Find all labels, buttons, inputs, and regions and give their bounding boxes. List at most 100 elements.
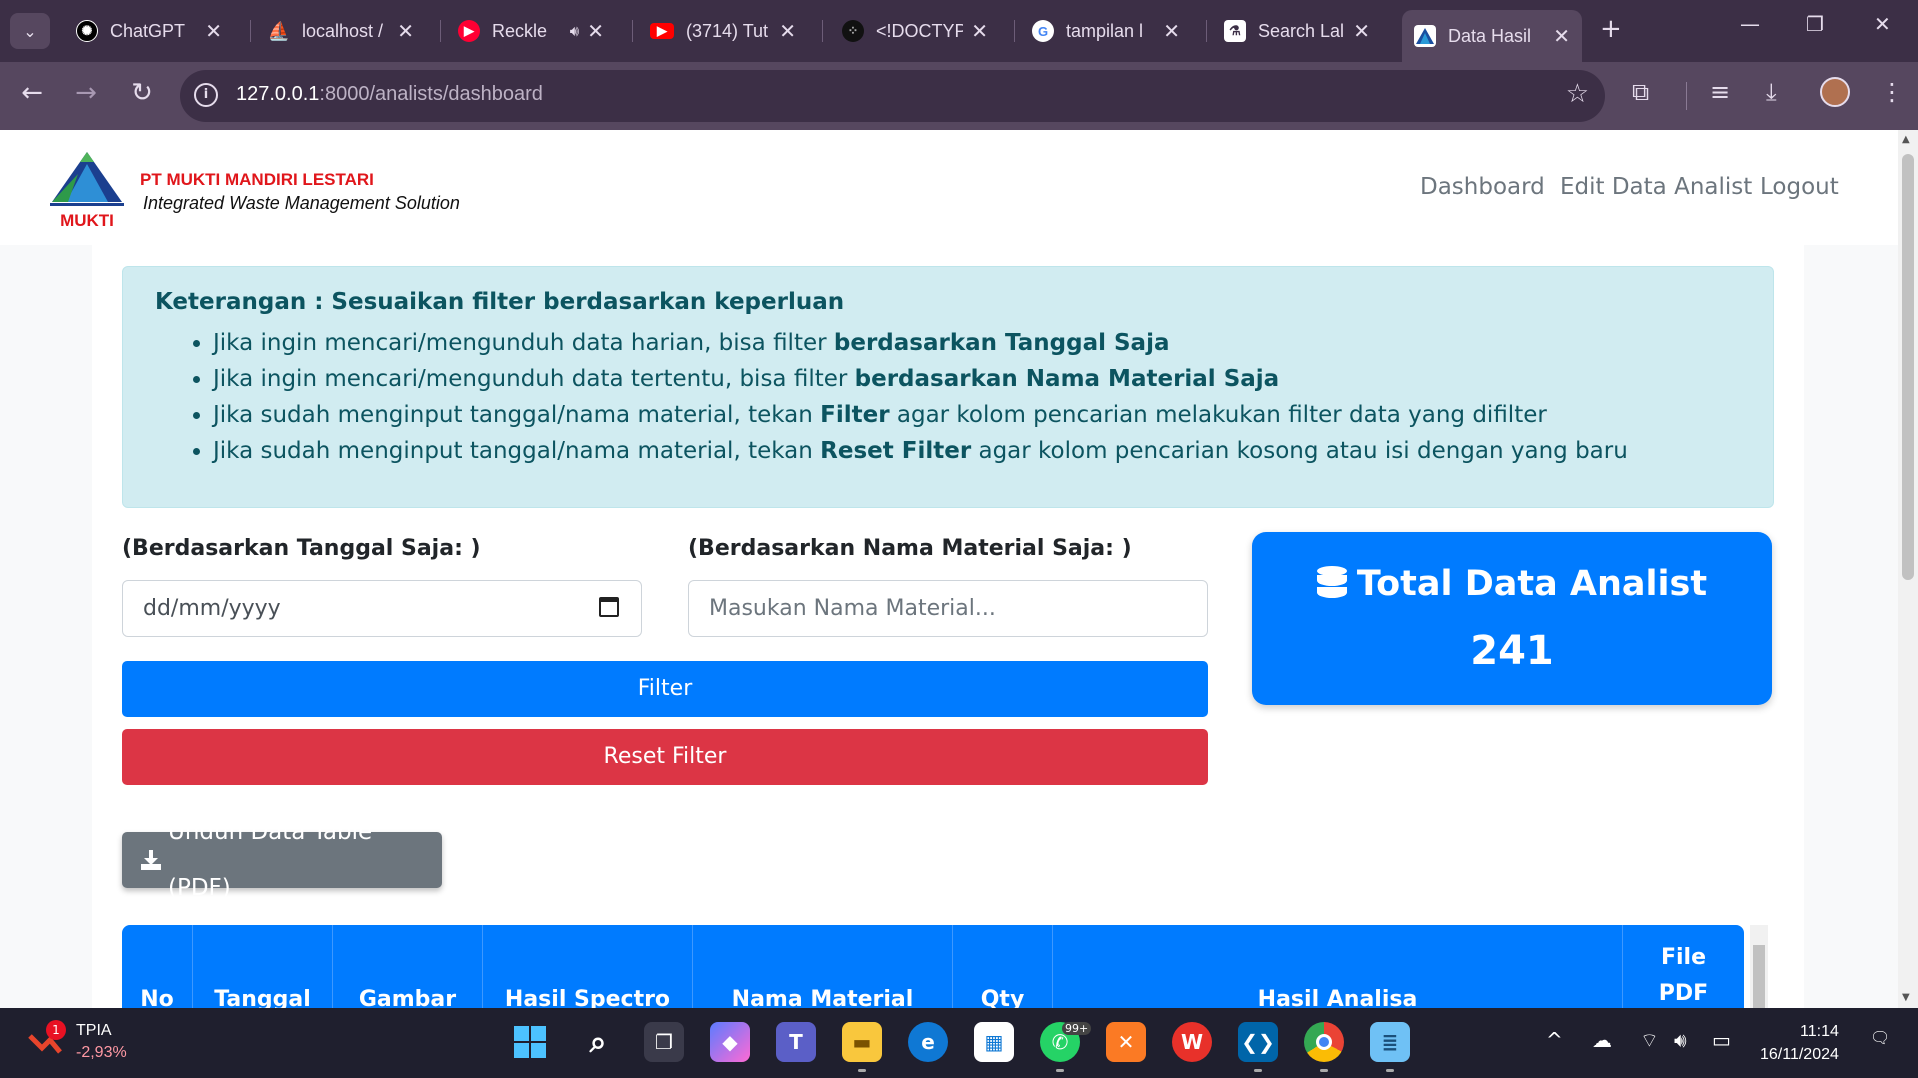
forward-icon[interactable]: →: [68, 78, 104, 108]
battery-icon[interactable]: ▭: [1712, 1028, 1731, 1052]
th-no[interactable]: No: [122, 925, 193, 1008]
tab-chatgpt[interactable]: ✺ ChatGPT ✕: [64, 10, 234, 52]
close-icon[interactable]: ✕: [1163, 19, 1180, 44]
scroll-up-icon[interactable]: ▲: [1902, 134, 1910, 145]
url-host: 127.0.0.1: [236, 83, 320, 105]
windows-start-icon[interactable]: [510, 1022, 550, 1062]
tab-label: localhost /: [302, 20, 384, 41]
close-icon[interactable]: ✕: [397, 19, 414, 44]
tab-doctype[interactable]: ⁘ <!DOCTYP ✕: [830, 10, 1000, 52]
window-close-icon[interactable]: ✕: [1874, 12, 1891, 36]
edge-icon[interactable]: e: [908, 1022, 948, 1062]
browser-tab-strip: ⌄ ✺ ChatGPT ✕ ⛵ localhost / ✕ ▶ Reckle 🔊…: [0, 0, 1918, 62]
music-icon: ▶: [458, 20, 480, 42]
file-explorer-icon[interactable]: ▬: [842, 1022, 882, 1062]
xampp-icon[interactable]: ✕: [1106, 1022, 1146, 1062]
stock-name: TPIA: [76, 1022, 112, 1039]
address-bar[interactable]: i 127.0.0.1:8000/analists/dashboard ☆: [180, 70, 1605, 122]
download-icon[interactable]: ⤓: [1766, 78, 1777, 106]
url-path: :8000/analists/dashboard: [319, 83, 543, 105]
reset-filter-button[interactable]: Reset Filter: [122, 729, 1208, 785]
tab-reckless[interactable]: ▶ Reckle 🔊︎ ✕: [446, 10, 616, 52]
tab-google[interactable]: G tampilan l ✕: [1020, 10, 1192, 52]
th-file-pdf[interactable]: File PDF: [1623, 925, 1744, 1008]
site-info-icon[interactable]: i: [194, 83, 218, 107]
system-clock[interactable]: 11:14 16/11/2024: [1760, 1020, 1839, 1066]
th-qty[interactable]: Qty: [953, 925, 1053, 1008]
os-taskbar: 1 TPIA -2,93% ⌕ ❐ ◆ T ▬ e ▦ ✆ 99+ ✕ W ❮❯…: [0, 1008, 1918, 1078]
tab-localhost[interactable]: ⛵ localhost / ✕: [256, 10, 426, 52]
dots-icon: ⁘: [842, 20, 864, 42]
close-icon[interactable]: ✕: [1353, 19, 1370, 44]
url-text[interactable]: 127.0.0.1:8000/analists/dashboard: [236, 83, 543, 106]
volume-icon[interactable]: 🔊︎: [1674, 1028, 1687, 1052]
th-tanggal[interactable]: Tanggal: [193, 925, 333, 1008]
close-icon[interactable]: ✕: [587, 19, 604, 44]
wifi-icon[interactable]: ⌔: [1640, 1028, 1659, 1053]
wps-icon[interactable]: W: [1172, 1022, 1212, 1062]
chrome-icon[interactable]: [1304, 1022, 1344, 1062]
th-hasil-analisa[interactable]: Hasil Analisa: [1053, 925, 1623, 1008]
tray-overflow-icon[interactable]: ^: [1546, 1028, 1563, 1052]
vscode-icon[interactable]: ❮❯: [1238, 1022, 1278, 1062]
minimize-icon[interactable]: —: [1740, 12, 1760, 36]
menu-kebab-icon[interactable]: ⋮: [1880, 78, 1904, 106]
onedrive-icon[interactable]: ☁: [1592, 1028, 1612, 1052]
page-scrollbar[interactable]: ▲ ▼: [1898, 130, 1918, 1008]
download-pdf-button[interactable]: Unduh Data Table (PDF): [122, 819, 442, 901]
tab-search-lab[interactable]: ⚗ Search Lal ✕: [1212, 10, 1382, 52]
material-filter-label: (Berdasarkan Nama Material Saja: ): [688, 536, 1132, 561]
nav-dashboard[interactable]: Dashboard: [1420, 174, 1545, 200]
bookmark-star-icon[interactable]: ☆: [1566, 79, 1589, 109]
reload-icon[interactable]: ↻: [124, 78, 160, 108]
filter-button[interactable]: Filter: [122, 661, 1208, 717]
th-nama-material[interactable]: Nama Material: [693, 925, 953, 1008]
stock-change: -2,93%: [76, 1044, 127, 1061]
notepad-icon[interactable]: ≣: [1370, 1022, 1410, 1062]
task-view-icon[interactable]: ❐: [644, 1022, 684, 1062]
material-filter-input[interactable]: Masukan Nama Material...: [688, 580, 1208, 637]
media-control-icon[interactable]: ≡: [1710, 78, 1730, 106]
close-icon[interactable]: ✕: [971, 19, 988, 44]
tab-search-button[interactable]: ⌄: [10, 13, 50, 49]
close-icon[interactable]: ✕: [779, 19, 796, 44]
back-icon[interactable]: ←: [14, 78, 50, 108]
logo-text: MUKTI: [60, 211, 114, 230]
copilot-icon[interactable]: ◆: [710, 1022, 750, 1062]
clock-date: 16/11/2024: [1760, 1046, 1839, 1063]
table-scrollbar[interactable]: [1750, 925, 1768, 1008]
date-filter-label: (Berdasarkan Tanggal Saja: ): [122, 536, 481, 561]
close-icon[interactable]: ✕: [205, 19, 222, 44]
new-tab-icon[interactable]: +: [1600, 14, 1622, 44]
th-hasil-spectro[interactable]: Hasil Spectro: [483, 925, 693, 1008]
speaker-icon[interactable]: 🔊︎: [570, 23, 579, 40]
extensions-icon[interactable]: ⧉: [1632, 78, 1649, 106]
teams-icon[interactable]: T: [776, 1022, 816, 1062]
profile-avatar[interactable]: [1820, 77, 1850, 107]
tab-youtube[interactable]: ▶ (3714) Tut ✕: [638, 10, 808, 52]
store-icon[interactable]: ▦: [974, 1022, 1014, 1062]
material-placeholder: Masukan Nama Material...: [709, 596, 996, 621]
restore-icon[interactable]: ❐: [1806, 12, 1824, 36]
scroll-thumb[interactable]: [1902, 154, 1914, 580]
company-name: PT MUKTI MANDIRI LESTARI: [140, 170, 374, 189]
company-logo[interactable]: MUKTI: [48, 150, 126, 230]
info-alert: Keterangan : Sesuaikan filter berdasarka…: [122, 266, 1774, 508]
close-icon[interactable]: ✕: [1553, 24, 1570, 49]
total-data-card: Total Data Analist 241: [1252, 532, 1772, 705]
google-icon: G: [1032, 20, 1054, 42]
notification-center-icon[interactable]: 🗨: [1870, 1028, 1890, 1047]
search-icon[interactable]: ⌕: [578, 1022, 618, 1062]
th-gambar[interactable]: Gambar: [333, 925, 483, 1008]
tab-data-hasil[interactable]: Data Hasil ✕: [1402, 10, 1582, 62]
calendar-icon[interactable]: [599, 597, 619, 617]
nav-logout[interactable]: Logout: [1760, 174, 1839, 200]
total-title-text: Total Data Analist: [1356, 564, 1708, 604]
notification-badge: 1: [46, 1020, 66, 1040]
date-filter-input[interactable]: dd/mm/yyyy: [122, 580, 642, 637]
alert-item: Jika sudah menginput tanggal/nama materi…: [213, 397, 1628, 433]
download-label: Unduh Data Table (PDF): [167, 819, 373, 901]
nav-edit-data-analist[interactable]: Edit Data Analist: [1560, 174, 1752, 200]
scroll-down-icon[interactable]: ▼: [1902, 992, 1910, 1003]
company-tagline: Integrated Waste Management Solution: [143, 193, 460, 213]
